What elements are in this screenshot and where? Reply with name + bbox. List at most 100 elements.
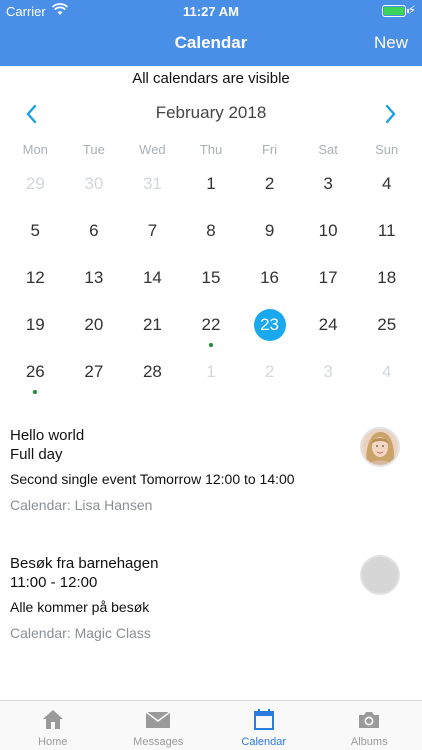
- calendar-icon: [253, 709, 274, 730]
- calendar-day[interactable]: 24: [299, 305, 358, 352]
- calendar-day[interactable]: 13: [65, 258, 124, 305]
- calendar-day[interactable]: 4: [357, 164, 416, 211]
- calendar-day[interactable]: 11: [357, 211, 416, 258]
- calendar-day[interactable]: 26: [6, 352, 65, 399]
- calendar-day[interactable]: 18: [357, 258, 416, 305]
- event-title: Hello world: [10, 427, 85, 444]
- calendar-day[interactable]: 2: [240, 164, 299, 211]
- month-label: February 2018: [155, 103, 267, 122]
- event-description: Second single event Tomorrow 12:00 to 14…: [10, 471, 295, 487]
- day-number: 20: [84, 315, 104, 334]
- camera-icon: [359, 712, 380, 728]
- event-title: Besøk fra barnehagen: [10, 555, 159, 572]
- calendar-day[interactable]: 8: [182, 211, 241, 258]
- calendar-day[interactable]: 3: [299, 352, 358, 399]
- home-icon: [42, 710, 63, 729]
- weekday-label: Thu: [199, 142, 223, 157]
- tab-calendar[interactable]: Calendar: [211, 701, 317, 750]
- event-description: Alle kommer på besøk: [10, 599, 150, 615]
- calendar-visibility-note[interactable]: All calendars are visible: [0, 70, 422, 87]
- tab-messages[interactable]: Messages: [106, 701, 212, 750]
- day-number: 18: [377, 268, 397, 287]
- day-number: 26: [25, 362, 45, 381]
- weekday-label: Sat: [318, 142, 338, 157]
- day-number: 28: [142, 362, 162, 381]
- calendar-grid: 29 30 31 1 2 3 4 5 6 7 8 9 10 11 12 13 14 15 16 17 18 19 20 21 2…: [6, 164, 416, 399]
- calendar-day[interactable]: 28: [123, 352, 182, 399]
- header: Carrier 11:27 AM ⚡ Calendar New: [0, 0, 422, 66]
- day-number: 24: [318, 315, 338, 334]
- day-number: 19: [25, 315, 45, 334]
- calendar-day[interactable]: 7: [123, 211, 182, 258]
- charging-icon: ⚡: [407, 3, 416, 17]
- day-number: 10: [318, 221, 338, 240]
- event-item[interactable]: Hello world Full day Second single event…: [0, 426, 422, 554]
- weekday-label: Sun: [375, 142, 399, 157]
- day-number: 12: [25, 268, 45, 287]
- weekday-label: Wed: [139, 142, 166, 157]
- weekday-label: Tue: [82, 142, 105, 157]
- calendar-day[interactable]: 31: [123, 164, 182, 211]
- day-number: 14: [142, 268, 162, 287]
- calendar-day[interactable]: 30: [65, 164, 124, 211]
- clock: 11:27 AM: [183, 4, 239, 19]
- calendar-day[interactable]: 20: [65, 305, 124, 352]
- calendar-day[interactable]: 5: [6, 211, 65, 258]
- calendar-day[interactable]: 15: [182, 258, 241, 305]
- calendar-day[interactable]: 19: [6, 305, 65, 352]
- envelope-icon: [145, 711, 171, 728]
- day-number: 21: [142, 315, 162, 334]
- weekday-header: Mon Tue Wed Thu Fri Sat Sun: [6, 142, 416, 157]
- tab-bar: Home Messages Calendar Albums: [0, 700, 422, 750]
- calendar-day[interactable]: 1: [182, 352, 241, 399]
- calendar-day[interactable]: 1: [182, 164, 241, 211]
- day-number: 9: [264, 221, 275, 240]
- event-calendar: Calendar: Lisa Hansen: [10, 497, 153, 513]
- new-event-button[interactable]: New: [374, 33, 408, 53]
- day-number: 2: [264, 362, 275, 381]
- day-number: 11: [377, 221, 396, 240]
- calendar-day[interactable]: 22: [182, 305, 241, 352]
- calendar-day[interactable]: 9: [240, 211, 299, 258]
- day-number: 22: [201, 315, 221, 334]
- day-number: 4: [381, 174, 392, 193]
- selected-day[interactable]: 23: [240, 305, 299, 352]
- calendar-day[interactable]: 29: [6, 164, 65, 211]
- avatar-placeholder: [360, 555, 400, 595]
- tab-label: Home: [38, 736, 68, 748]
- calendar-day[interactable]: 6: [65, 211, 124, 258]
- day-number: 17: [318, 268, 338, 287]
- calendar-day[interactable]: 4: [357, 352, 416, 399]
- tab-albums[interactable]: Albums: [317, 701, 422, 750]
- day-number: 16: [260, 268, 280, 287]
- calendar-day[interactable]: 27: [65, 352, 124, 399]
- weekday-label: Fri: [261, 142, 278, 157]
- calendar-day[interactable]: 3: [299, 164, 358, 211]
- calendar-day[interactable]: 12: [6, 258, 65, 305]
- day-number: 25: [377, 315, 397, 334]
- calendar-day[interactable]: 21: [123, 305, 182, 352]
- day-number: 8: [206, 221, 216, 240]
- calendar-day[interactable]: 17: [299, 258, 358, 305]
- day-number: 27: [84, 362, 104, 381]
- tab-label: Messages: [133, 736, 184, 748]
- day-number: 2: [264, 174, 275, 193]
- tab-home[interactable]: Home: [0, 701, 106, 750]
- chevron-right-icon[interactable]: [376, 100, 406, 128]
- calendar-day[interactable]: 14: [123, 258, 182, 305]
- day-number: 13: [84, 268, 104, 287]
- day-number: 3: [323, 174, 333, 193]
- event-time: 11:00 - 12:00: [10, 574, 98, 591]
- avatar: [360, 427, 400, 467]
- day-number: 3: [323, 362, 333, 381]
- day-number: 29: [25, 174, 45, 193]
- event-list: Hello world Full day Second single event…: [0, 426, 422, 682]
- event-indicator-dot: [33, 390, 38, 394]
- event-calendar: Calendar: Magic Class: [10, 625, 151, 641]
- calendar-day[interactable]: 2: [240, 352, 299, 399]
- calendar-day[interactable]: 16: [240, 258, 299, 305]
- calendar-day[interactable]: 25: [357, 305, 416, 352]
- calendar-day[interactable]: 10: [299, 211, 358, 258]
- day-number: 6: [89, 221, 99, 240]
- event-item[interactable]: Besøk fra barnehagen 11:00 - 12:00 Alle …: [0, 554, 422, 682]
